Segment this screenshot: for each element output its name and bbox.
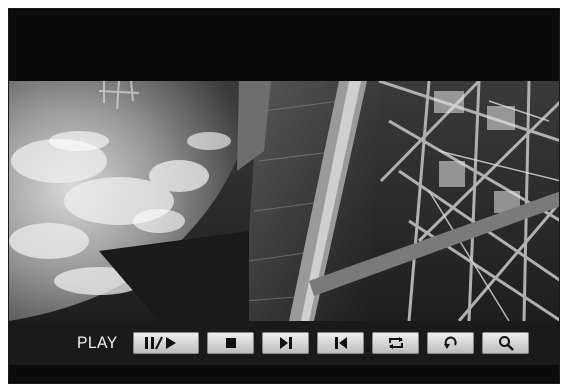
zoom-icon	[498, 336, 514, 351]
video-frame[interactable]	[9, 81, 559, 321]
next-frame-button[interactable]	[262, 332, 310, 354]
rotate-button[interactable]	[427, 332, 475, 354]
control-bar: PLAY	[9, 321, 559, 365]
pause-play-icon	[145, 336, 177, 350]
mode-label: PLAY	[77, 333, 118, 352]
play-pause-button[interactable]	[133, 332, 200, 354]
previous-frame-button[interactable]	[317, 332, 365, 354]
next-frame-icon	[279, 337, 292, 349]
rotate-icon	[443, 336, 457, 349]
video-frame-image	[9, 81, 559, 321]
stop-button[interactable]	[207, 332, 255, 354]
zoom-button[interactable]	[482, 332, 530, 354]
repeat-icon	[388, 337, 403, 349]
stop-icon	[225, 338, 236, 348]
video-player: PLAY	[8, 8, 560, 384]
previous-frame-icon	[334, 337, 347, 349]
repeat-button[interactable]	[372, 332, 420, 354]
top-bar	[9, 9, 559, 81]
bottom-strip	[9, 365, 559, 383]
